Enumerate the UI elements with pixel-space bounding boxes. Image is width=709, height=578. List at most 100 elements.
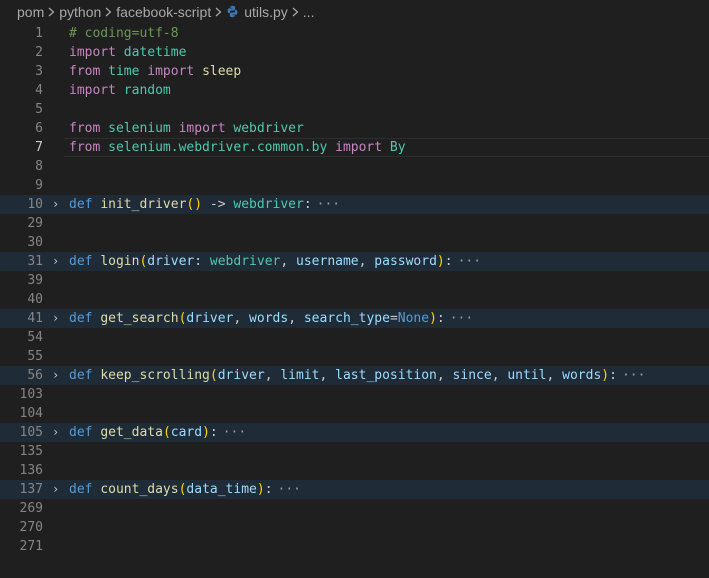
line-number: 7 [35, 140, 43, 155]
code-token: def [69, 311, 93, 326]
code-token: driver [147, 254, 195, 269]
code-editor[interactable]: 1 # coding=utf-8 2 import datetime 3 from tim… [0, 24, 709, 556]
code-token: import [69, 83, 116, 98]
code-token: import [69, 45, 116, 60]
code-token: , [436, 368, 453, 383]
code-line[interactable]: 54 [0, 328, 709, 347]
code-line[interactable]: 29 [0, 214, 709, 233]
code-token: from [69, 64, 101, 79]
code-token: driver [186, 311, 234, 326]
line-number: 29 [27, 216, 43, 231]
code-token: username [296, 254, 359, 269]
code-line[interactable]: 135 [0, 442, 709, 461]
folded-code-line[interactable]: 10 › def init_driver() -> webdriver: ··· [0, 195, 709, 214]
line-number: 41 [27, 311, 43, 326]
line-number: 10 [27, 197, 43, 212]
line-number: 8 [35, 159, 43, 174]
code-text: import random [69, 81, 171, 100]
chevron-right-icon [292, 5, 299, 20]
folded-ellipsis[interactable]: ··· [620, 366, 647, 385]
code-line[interactable]: 270 [0, 518, 709, 537]
code-token: import [147, 64, 195, 79]
breadcrumb-item-pom[interactable]: pom [17, 4, 44, 20]
fold-chevron-icon[interactable]: › [52, 423, 62, 442]
fold-chevron-icon[interactable]: › [52, 252, 62, 271]
code-token: driver [217, 368, 265, 383]
code-token: ) [601, 368, 610, 383]
breadcrumb-item-symbols[interactable]: ... [303, 4, 315, 20]
code-text: import datetime [69, 43, 186, 62]
code-line[interactable]: 1 # coding=utf-8 [0, 24, 709, 43]
folded-code-line[interactable]: 41 › def get_search(driver, words, search_… [0, 309, 709, 328]
code-line[interactable]: 8 [0, 157, 709, 176]
code-token: ) [202, 425, 210, 440]
code-line[interactable]: 271 [0, 537, 709, 556]
code-line[interactable]: 39 [0, 271, 709, 290]
folded-code-line[interactable]: 56 › def keep_scrolling(driver, limit, las… [0, 366, 709, 385]
code-token: , [546, 368, 563, 383]
code-line[interactable]: 4 import random [0, 81, 709, 100]
line-number: 269 [19, 501, 43, 516]
fold-chevron-icon[interactable]: › [52, 366, 62, 385]
line-number: 137 [19, 482, 43, 497]
code-token: , [264, 368, 281, 383]
code-token: webdriver [233, 121, 304, 136]
code-text: # coding=utf-8 [69, 24, 179, 43]
code-line[interactable]: 40 [0, 290, 709, 309]
code-text: def count_days(data_time): ··· [69, 480, 303, 499]
breadcrumb-item-label: utils.py [244, 4, 288, 20]
code-line[interactable]: 104 [0, 404, 709, 423]
code-line[interactable]: 55 [0, 347, 709, 366]
code-line[interactable]: 3 from time import sleep [0, 62, 709, 81]
code-line[interactable]: 30 [0, 233, 709, 252]
code-token: : [194, 254, 210, 269]
code-token: search_type [303, 311, 390, 326]
fold-chevron-icon[interactable]: › [52, 195, 62, 214]
code-token: # coding=utf-8 [69, 26, 179, 41]
code-token: init_driver [100, 197, 187, 212]
folded-ellipsis[interactable]: ··· [221, 423, 248, 442]
code-line[interactable]: 103 [0, 385, 709, 404]
folded-ellipsis[interactable]: ··· [276, 480, 303, 499]
code-text: def login(driver: webdriver, username, p… [69, 252, 483, 271]
code-token: def [69, 197, 93, 212]
code-token: time [108, 64, 140, 79]
code-text: from selenium.webdriver.common.by import… [69, 138, 406, 157]
code-token: random [123, 83, 171, 98]
folded-code-line[interactable]: 137 › def count_days(data_time): ··· [0, 480, 709, 499]
code-line[interactable]: 136 [0, 461, 709, 480]
breadcrumb-item-facebook-script[interactable]: facebook-script [116, 4, 211, 20]
breadcrumb-item-utils-py[interactable]: utils.py [226, 4, 288, 20]
code-token: login [100, 254, 140, 269]
code-line[interactable]: 2 import datetime [0, 43, 709, 62]
code-line[interactable]: 5 [0, 100, 709, 119]
code-token: webdriver [209, 254, 281, 269]
code-line[interactable]: 269 [0, 499, 709, 518]
folded-code-line[interactable]: 31 › def login(driver: webdriver, username… [0, 252, 709, 271]
line-number: 31 [27, 254, 43, 269]
chevron-right-icon [215, 5, 222, 20]
code-token: : [609, 368, 617, 383]
fold-chevron-icon[interactable]: › [52, 480, 62, 499]
folded-ellipsis[interactable]: ··· [315, 195, 342, 214]
code-token: words [249, 311, 289, 326]
folded-ellipsis[interactable]: ··· [456, 252, 483, 271]
fold-chevron-icon[interactable]: › [52, 309, 62, 328]
line-number: 30 [27, 235, 43, 250]
code-token: : [264, 482, 273, 497]
code-line[interactable]: 9 [0, 176, 709, 195]
breadcrumb-item-python[interactable]: python [59, 4, 101, 20]
folded-ellipsis[interactable]: ··· [448, 309, 475, 328]
code-line[interactable]: 7 from selenium.webdriver.common.by impor… [0, 138, 709, 157]
code-token: webdriver [233, 197, 304, 212]
code-token: count_days [100, 482, 179, 497]
code-token: last_position [335, 368, 437, 383]
code-token: datetime [123, 45, 187, 60]
code-line[interactable]: 6 from selenium import webdriver [0, 119, 709, 138]
line-number: 135 [19, 444, 43, 459]
folded-code-line[interactable]: 105 › def get_data(card): ··· [0, 423, 709, 442]
code-token: data_time [186, 482, 257, 497]
code-token: , [319, 368, 336, 383]
